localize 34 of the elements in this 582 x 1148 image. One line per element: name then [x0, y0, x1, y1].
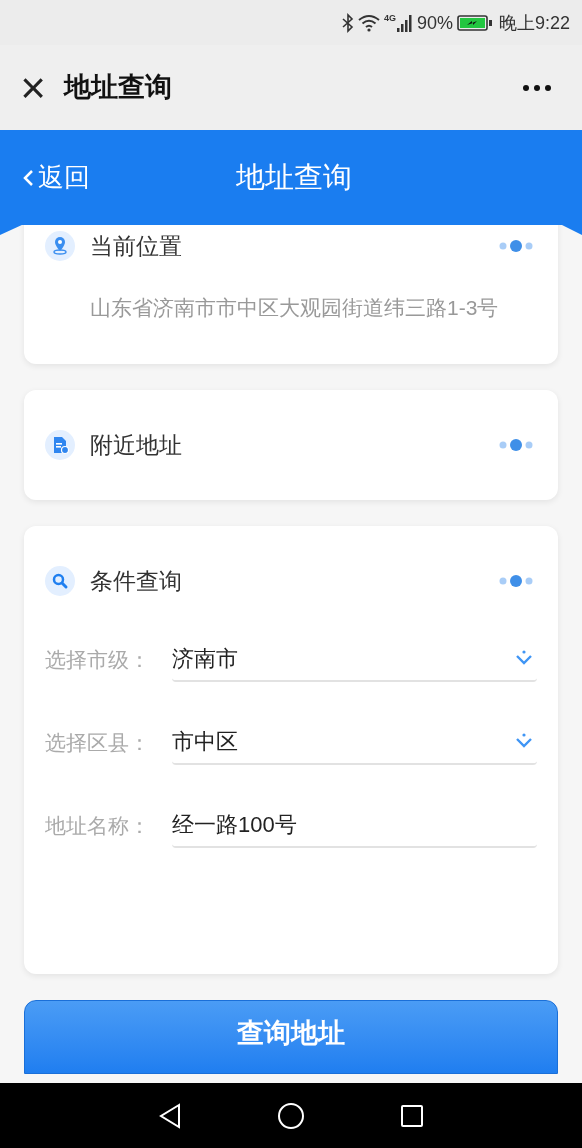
chevron-left-icon: [22, 167, 34, 188]
field-label: 选择区县：: [45, 731, 151, 753]
dots-icon: [499, 239, 533, 254]
field-label: 地址名称：: [45, 814, 151, 836]
close-button[interactable]: ×: [18, 69, 48, 106]
signal-icon: [396, 13, 413, 32]
search-icon: [45, 566, 75, 597]
select-field[interactable]: 市中区: [172, 719, 537, 765]
card-title: 条件查询: [90, 567, 183, 596]
page-title: 地址查询: [236, 159, 352, 195]
back-button[interactable]: 返回: [22, 158, 90, 197]
recent-apps-icon[interactable]: [400, 1103, 425, 1128]
back-nav-icon[interactable]: [157, 1102, 182, 1129]
dots-icon: [499, 574, 533, 589]
field-label: 选择市级：: [45, 648, 151, 670]
status-time: 晚上9:22: [498, 13, 570, 32]
select-field[interactable]: 济南市: [172, 636, 537, 682]
document-icon: [45, 429, 75, 460]
chevron-down-icon: [515, 733, 533, 749]
card-title: 当前位置: [90, 232, 183, 261]
home-nav-icon[interactable]: [277, 1101, 305, 1130]
wifi-icon: [357, 13, 380, 32]
window-title: 地址查询: [64, 71, 173, 105]
battery-icon: [456, 13, 493, 32]
bluetooth-icon: [341, 12, 354, 33]
input-field[interactable]: 经一路100号: [172, 802, 537, 848]
card-title: 附近地址: [90, 430, 183, 460]
location-pin-icon: [45, 231, 75, 262]
address-text: 山东省济南市市中区大观园街道纬三路1-3号: [90, 294, 500, 321]
battery-percent: 90%: [416, 13, 453, 32]
chevron-down-icon: [515, 650, 533, 666]
more-icon[interactable]: [522, 83, 552, 92]
network-label: 4G: [383, 13, 396, 23]
dots-icon: [499, 437, 533, 452]
